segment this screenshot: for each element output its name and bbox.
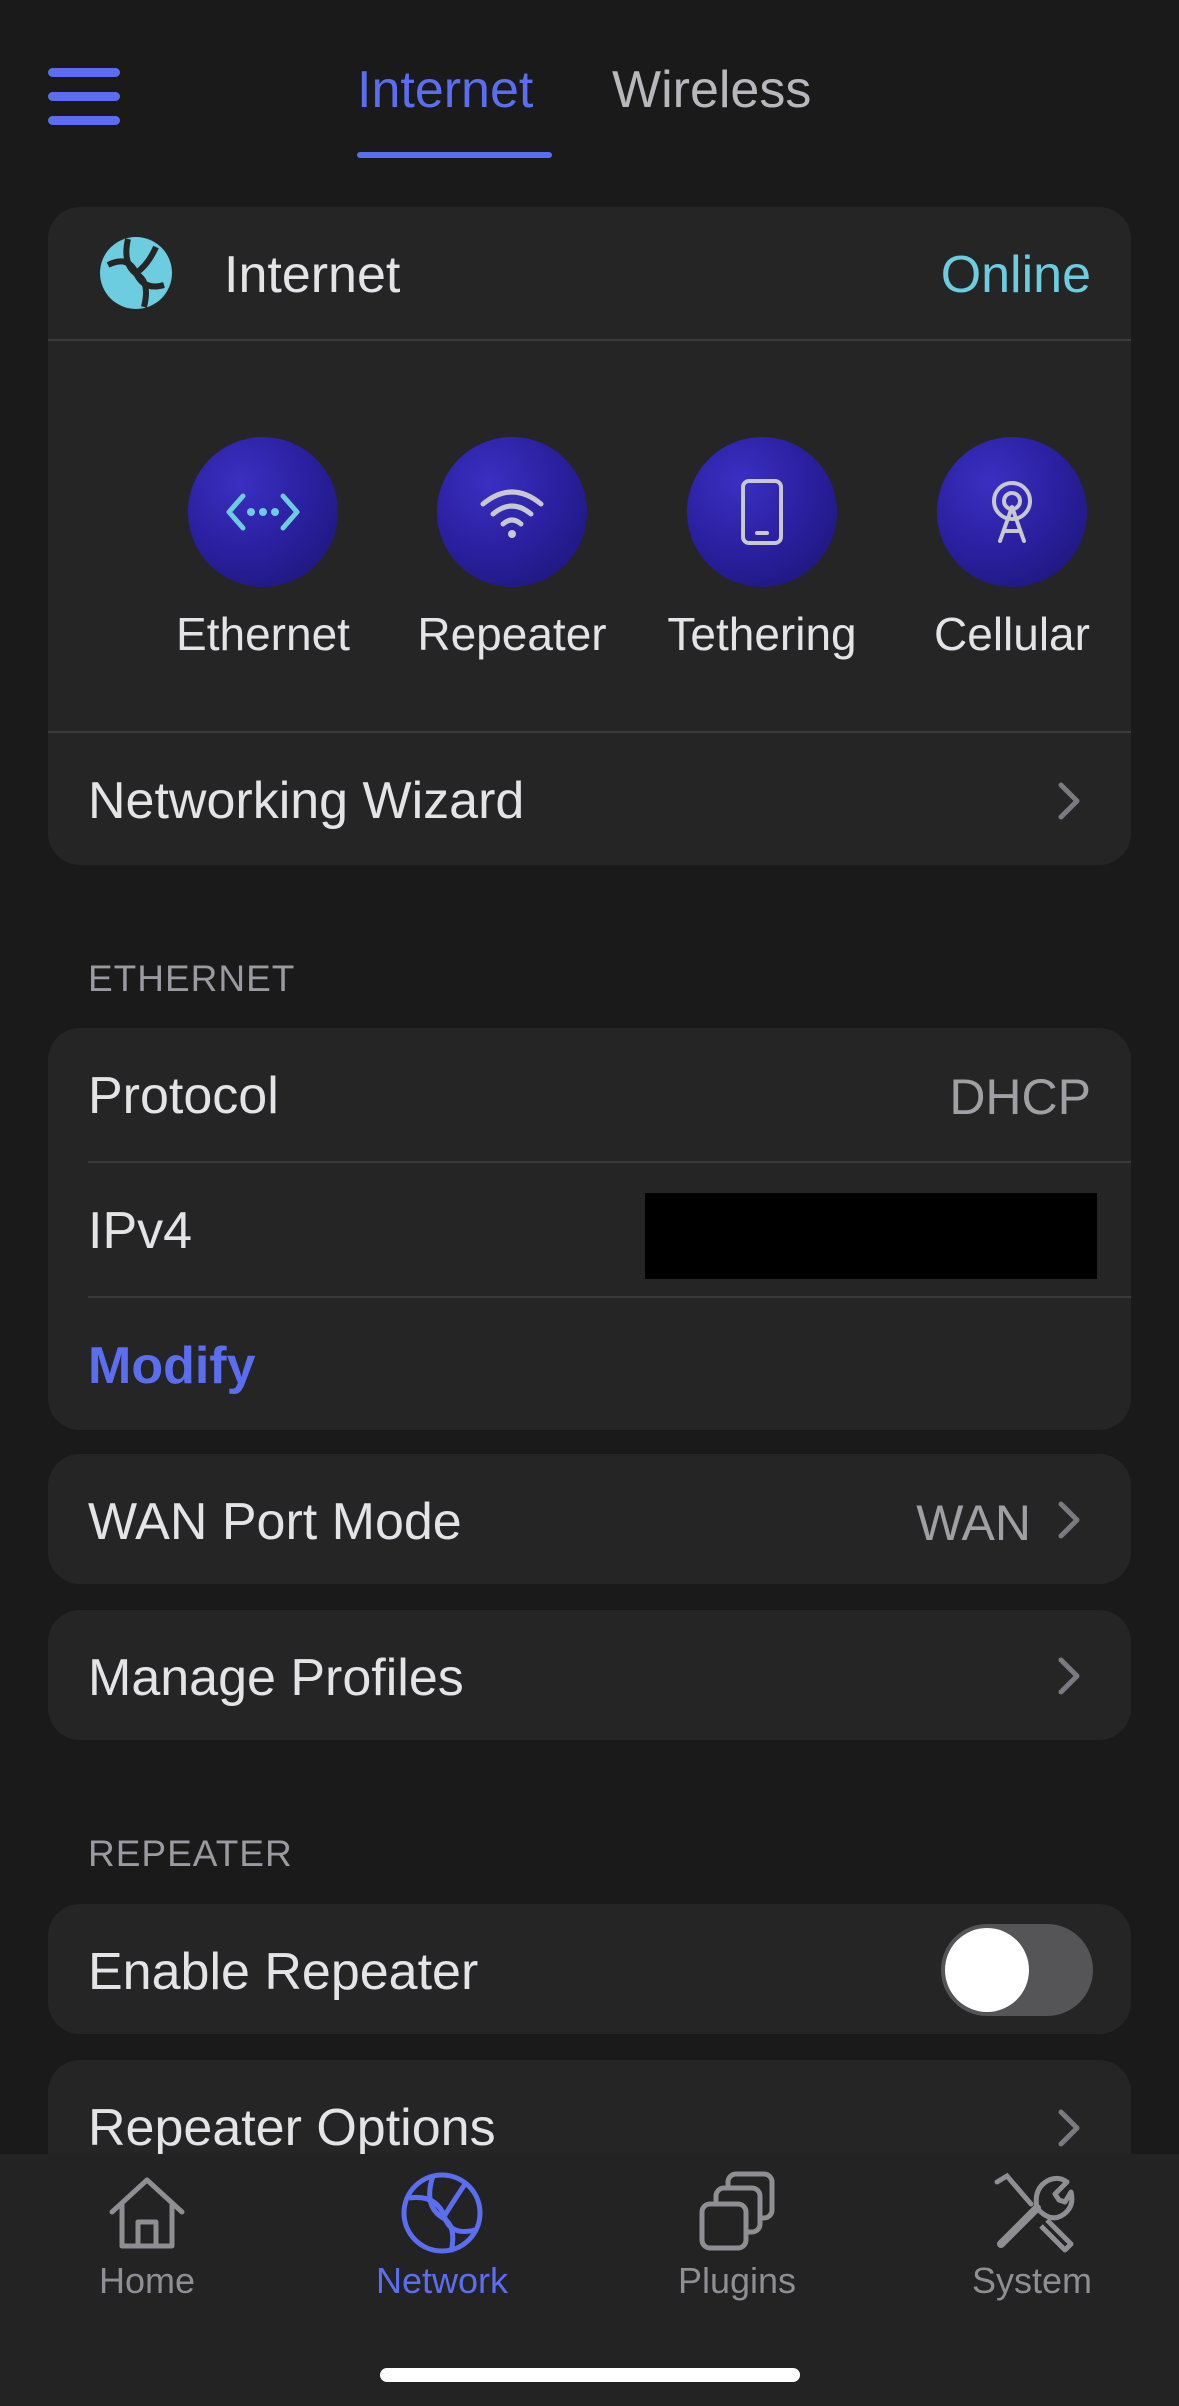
modify-row[interactable]: Modify	[48, 1298, 1131, 1430]
protocol-label: Protocol	[88, 1067, 279, 1125]
wifi-icon	[480, 489, 544, 538]
tabbar-home[interactable]: Home	[47, 2168, 247, 2302]
mode-cellular[interactable]: Cellular	[902, 437, 1122, 661]
wan-port-card[interactable]: WAN Port Mode WAN	[48, 1454, 1131, 1584]
mode-tethering-label: Tethering	[667, 608, 857, 660]
chevron-right-icon	[1058, 1501, 1080, 1539]
internet-card: Internet Online Ethernet Repeater Tether…	[48, 207, 1131, 865]
home-icon	[109, 2177, 185, 2249]
tabbar-plugins[interactable]: Plugins	[637, 2168, 837, 2302]
toggle-knob	[945, 1928, 1029, 2012]
mode-repeater-label: Repeater	[417, 608, 607, 660]
divider	[48, 339, 1131, 341]
globe-icon	[100, 237, 172, 309]
tab-internet[interactable]: Internet	[357, 58, 552, 158]
plugins-icon	[699, 2171, 775, 2251]
tabbar-plugins-label: Plugins	[677, 2260, 797, 2301]
globe-icon	[401, 2172, 483, 2254]
tab-wireless[interactable]: Wireless	[612, 58, 832, 158]
chevron-right-icon	[1058, 1657, 1080, 1695]
mode-tethering[interactable]: Tethering	[652, 437, 872, 661]
tabbar-system[interactable]: System	[932, 2168, 1132, 2302]
mode-repeater[interactable]: Repeater	[402, 437, 622, 661]
tab-internet-label: Internet	[357, 61, 534, 119]
repeater-section-header: REPEATER	[88, 1833, 293, 1874]
tabbar-network[interactable]: Network	[342, 2168, 542, 2302]
ethernet-icon	[226, 493, 300, 531]
top-tabs: Internet Wireless	[0, 58, 1179, 158]
wan-port-value: WAN	[916, 1495, 1031, 1551]
internet-status: Online	[940, 246, 1091, 304]
mode-cellular-label: Cellular	[934, 608, 1090, 660]
protocol-value: DHCP	[949, 1069, 1091, 1125]
enable-repeater-card: Enable Repeater	[48, 1904, 1131, 2034]
mode-ethernet-label: Ethernet	[176, 608, 350, 660]
manage-profiles-label: Manage Profiles	[88, 1649, 464, 1707]
tab-active-indicator	[357, 152, 552, 158]
modify-button[interactable]: Modify	[88, 1336, 256, 1396]
repeater-options-label: Repeater Options	[88, 2099, 496, 2157]
ipv4-label: IPv4	[88, 1202, 193, 1260]
tabbar-network-label: Network	[375, 2260, 509, 2301]
ipv4-value-redacted	[645, 1193, 1097, 1279]
enable-repeater-label: Enable Repeater	[88, 1943, 479, 2001]
ethernet-section-header: ETHERNET	[88, 958, 296, 999]
tab-wireless-label: Wireless	[612, 61, 812, 119]
internet-status-row: Internet Online	[48, 207, 1131, 339]
tools-icon	[994, 2172, 1075, 2253]
mode-ethernet[interactable]: Ethernet	[153, 437, 373, 661]
protocol-row: Protocol DHCP	[48, 1028, 1131, 1162]
cellular-tower-icon	[992, 481, 1032, 543]
ethernet-card: Protocol DHCP IPv4 Modify	[48, 1028, 1131, 1430]
internet-title: Internet	[224, 246, 401, 304]
tabbar-home-label: Home	[98, 2260, 196, 2301]
enable-repeater-toggle[interactable]	[941, 1924, 1093, 2016]
manage-profiles-card[interactable]: Manage Profiles	[48, 1610, 1131, 1740]
phone-icon	[741, 479, 783, 545]
ipv4-row: IPv4	[48, 1163, 1131, 1296]
chevron-right-icon	[1058, 782, 1080, 820]
networking-wizard-row[interactable]: Networking Wizard	[48, 733, 1131, 865]
tabbar-system-label: System	[971, 2260, 1093, 2301]
home-indicator	[380, 2368, 800, 2382]
wan-port-label: WAN Port Mode	[88, 1493, 462, 1551]
networking-wizard-label: Networking Wizard	[88, 772, 525, 830]
chevron-right-icon	[1058, 2109, 1080, 2147]
connection-modes: Ethernet Repeater Tethering Cellular	[48, 437, 1131, 667]
